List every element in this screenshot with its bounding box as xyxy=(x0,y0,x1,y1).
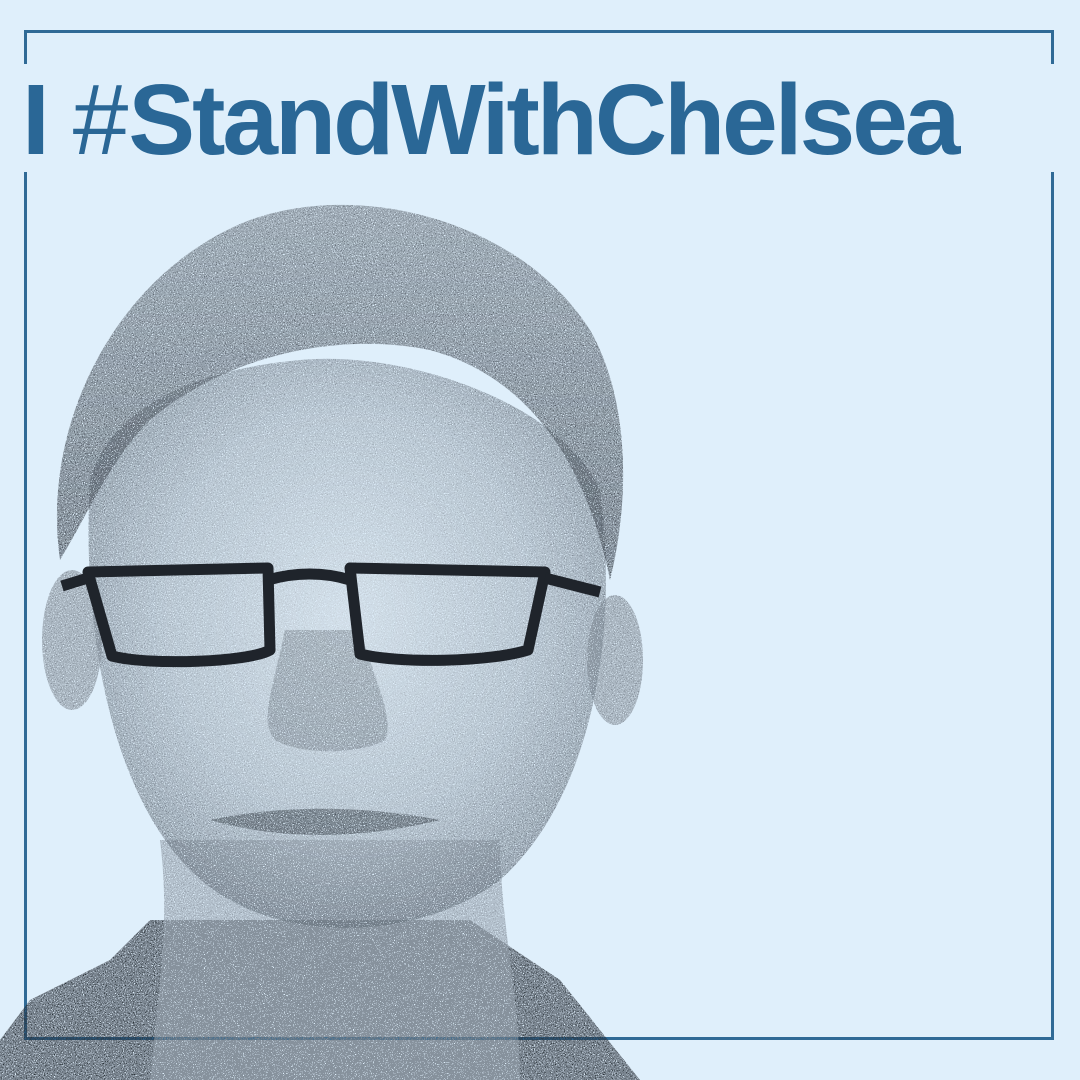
headline: I #StandWithChelsea xyxy=(22,60,1062,180)
portrait-image xyxy=(0,204,643,1080)
headline-prefix: I xyxy=(22,64,50,176)
hash-symbol: # xyxy=(72,64,129,176)
poster-canvas: I #StandWithChelsea xyxy=(0,0,1080,1080)
hashtag-text: StandWithChelsea xyxy=(128,64,960,176)
